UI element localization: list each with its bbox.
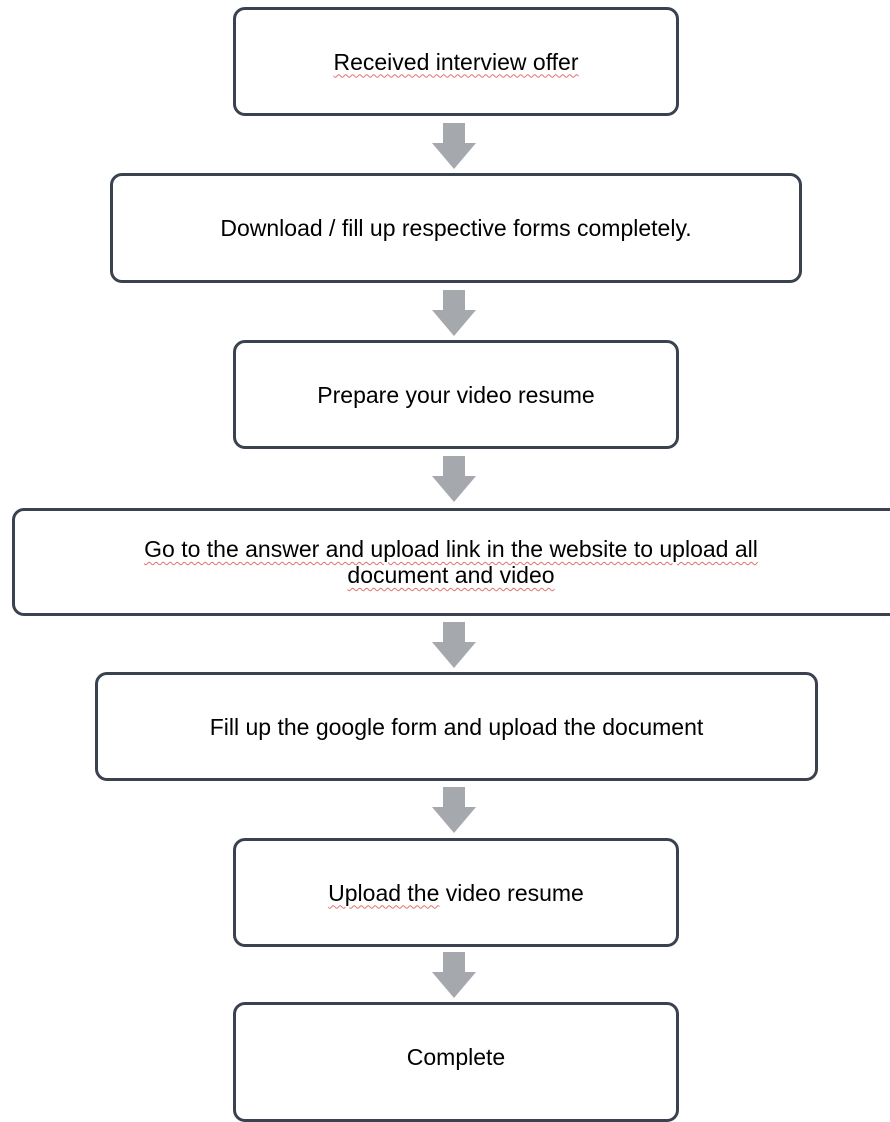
step-label: Fill up the google form and upload the d… bbox=[209, 713, 704, 740]
step-fill-google-form: Fill up the google form and upload the d… bbox=[95, 672, 818, 781]
down-arrow-icon bbox=[432, 952, 476, 998]
step-label-line2: document and video bbox=[347, 562, 555, 588]
down-arrow-icon bbox=[432, 456, 476, 502]
step-label-part2: video resume bbox=[439, 879, 584, 906]
down-arrow-icon bbox=[432, 290, 476, 336]
down-arrow-icon bbox=[432, 123, 476, 169]
step-label-group: Upload the video resume bbox=[328, 880, 584, 906]
step-label: Received interview offer bbox=[333, 48, 579, 75]
step-upload-video-resume: Upload the video resume bbox=[233, 838, 679, 947]
step-label-group: Go to the answer and upload link in the … bbox=[144, 536, 758, 588]
step-prepare-video-resume: Prepare your video resume bbox=[233, 340, 679, 449]
step-go-to-upload-link: Go to the answer and upload link in the … bbox=[12, 508, 890, 616]
step-received-interview-offer: Received interview offer bbox=[233, 7, 679, 116]
down-arrow-icon bbox=[432, 787, 476, 833]
step-download-forms: Download / fill up respective forms comp… bbox=[110, 173, 802, 283]
step-label: Prepare your video resume bbox=[317, 381, 595, 408]
down-arrow-icon bbox=[432, 622, 476, 668]
step-label-line1: Go to the answer and upload link in the … bbox=[144, 536, 758, 562]
step-label: Download / fill up respective forms comp… bbox=[220, 215, 692, 241]
step-label-part1: Upload the bbox=[328, 879, 440, 906]
step-complete: Complete bbox=[233, 1002, 679, 1122]
step-label: Complete bbox=[406, 1044, 506, 1070]
